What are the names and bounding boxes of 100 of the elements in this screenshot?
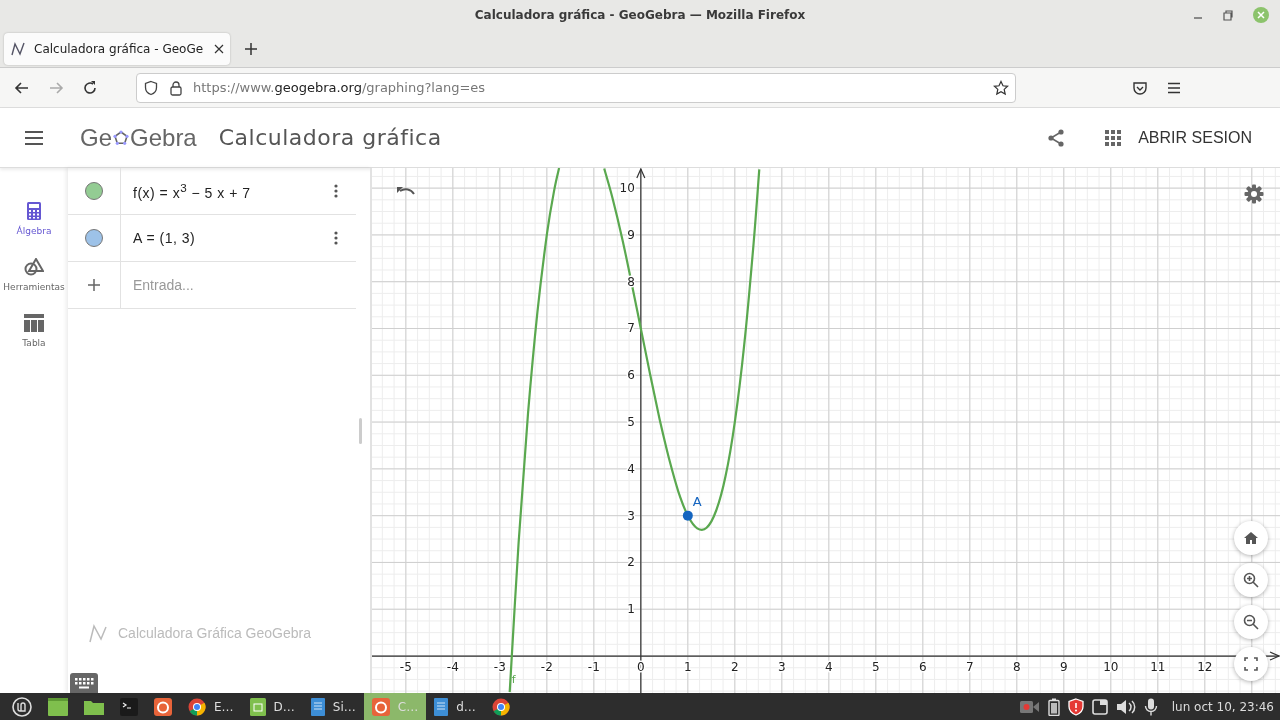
x-tick-label: 3 — [778, 660, 786, 675]
close-icon[interactable] — [214, 43, 224, 54]
taskbar-item[interactable]: D… — [241, 693, 303, 720]
input-field[interactable]: Entrada... — [131, 276, 356, 294]
volume-icon[interactable] — [1115, 698, 1136, 715]
y-tick-label: 1 — [627, 602, 635, 617]
sidebar-item[interactable]: Tabla — [22, 314, 46, 348]
y-tick-label: 5 — [627, 415, 635, 430]
taskbar-item[interactable]: E… — [180, 693, 242, 720]
x-tick-label: -4 — [446, 660, 459, 675]
fullscreen-icon — [1244, 657, 1258, 671]
taskbar-item[interactable]: d… — [426, 693, 484, 720]
window-title: Calculadora gráfica - GeoGebra — Mozilla Firefox — [474, 8, 806, 22]
point-label: A — [692, 493, 702, 509]
sidebar-item[interactable]: Álgebra — [16, 202, 52, 236]
apps-grid-icon[interactable] — [1104, 128, 1123, 147]
x-tick-label: 4 — [825, 660, 833, 675]
menu-icon[interactable] — [24, 129, 44, 146]
point-marker[interactable] — [682, 510, 693, 521]
more-options-icon[interactable] — [334, 231, 338, 245]
network-icon[interactable] — [1091, 698, 1108, 715]
x-tick-label: -5 — [399, 660, 412, 675]
fullscreen-button[interactable] — [1234, 647, 1268, 681]
y-tick-label: 3 — [627, 508, 635, 523]
document-icon — [249, 697, 266, 716]
sidebar-item[interactable]: Herramientas — [3, 258, 65, 292]
fox-browser-icon — [371, 697, 390, 716]
visibility-dot[interactable] — [85, 229, 103, 247]
x-tick-label: 11 — [1150, 660, 1166, 675]
zoom-in-icon — [1243, 572, 1259, 588]
x-tick-label: -3 — [493, 660, 506, 675]
taskbar-item[interactable]: Si… — [302, 693, 364, 720]
desktop-icon — [48, 697, 68, 716]
x-tick-label: 6 — [919, 660, 927, 675]
algebra-expression[interactable]: A = (1, 3) — [133, 230, 334, 246]
curve-label: f — [511, 673, 516, 686]
terminal-icon — [120, 697, 138, 716]
maximize-icon[interactable] — [1222, 9, 1234, 21]
x-tick-label: 8 — [1013, 660, 1021, 675]
document-icon — [310, 697, 325, 716]
y-tick-label: 4 — [627, 461, 635, 476]
footer-text: Calculadora Gráfica GeoGebra — [118, 625, 311, 641]
mint-logo-icon — [12, 696, 32, 717]
algebra-expression[interactable]: f(x) = x$^{3}$ − 5 x + 7 — [133, 181, 334, 201]
x-tick-label: 2 — [731, 660, 739, 675]
chrome-browser-icon — [188, 697, 206, 716]
settings-icon[interactable] — [1244, 184, 1264, 204]
reload-icon[interactable] — [82, 79, 98, 96]
folder-icon — [84, 698, 104, 715]
visibility-dot[interactable] — [85, 182, 103, 200]
back-arrow-icon[interactable] — [14, 79, 30, 96]
address-bar[interactable]: https://www.geogebra.org/graphing?lang=es — [136, 72, 1016, 103]
resize-handle[interactable] — [359, 418, 362, 444]
x-tick-label: 1 — [684, 660, 692, 675]
plus-icon[interactable] — [244, 41, 258, 56]
shapes-icon — [24, 258, 44, 276]
logo-text: Ge — [80, 123, 112, 152]
y-tick-label: 7 — [627, 321, 635, 336]
zoom-out-icon — [1243, 614, 1259, 630]
lock-icon — [169, 79, 183, 96]
share-icon[interactable] — [1046, 127, 1067, 148]
star-icon[interactable] — [993, 79, 1009, 96]
x-tick-label: 10 — [1103, 660, 1119, 675]
shield-icon[interactable] — [1067, 697, 1084, 716]
home-button[interactable] — [1234, 521, 1268, 555]
keyboard-button[interactable] — [70, 673, 98, 693]
y-tick-label: 6 — [627, 368, 635, 383]
pentagon-logo-icon — [112, 128, 130, 147]
clock-text[interactable]: lun oct 10, 23:46 — [1171, 699, 1274, 714]
y-tick-label: 9 — [627, 227, 635, 242]
zoom-out-button[interactable] — [1234, 605, 1268, 639]
x-tick-label: -1 — [587, 660, 600, 675]
battery-icon[interactable] — [1047, 697, 1060, 716]
x-tick-label: -2 — [540, 660, 553, 675]
sign-in-button[interactable]: ABRIR SESION — [1134, 122, 1256, 153]
document-icon — [434, 697, 449, 716]
home-icon — [1243, 530, 1259, 546]
microphone-icon[interactable] — [1143, 697, 1158, 716]
y-tick-label: 10 — [619, 181, 635, 196]
screen-recorder-icon[interactable] — [1019, 699, 1040, 714]
keyboard-icon — [73, 676, 95, 690]
more-options-icon[interactable] — [334, 184, 338, 198]
x-tick-label: 5 — [872, 660, 880, 675]
shield-icon — [143, 79, 159, 96]
fox-browser-icon — [154, 697, 172, 716]
x-tick-label: 12 — [1197, 660, 1213, 675]
graph-icon — [10, 40, 26, 57]
chrome-browser-icon — [491, 697, 510, 716]
zoom-in-button[interactable] — [1234, 563, 1268, 597]
logo-text: Gebra — [130, 123, 197, 152]
browser-tab[interactable]: Calculadora gráfica - GeoGe — [4, 32, 230, 65]
x-tick-label: 9 — [1060, 660, 1068, 675]
graph-logo-icon — [88, 623, 108, 643]
x-tick-label: 7 — [966, 660, 974, 675]
pocket-icon[interactable] — [1132, 79, 1148, 96]
plus-icon[interactable] — [87, 278, 101, 292]
y-tick-label: 2 — [627, 555, 635, 570]
app-title: Calculadora gráfica — [218, 125, 442, 150]
table-icon — [24, 314, 44, 332]
calculator-icon — [27, 202, 41, 220]
